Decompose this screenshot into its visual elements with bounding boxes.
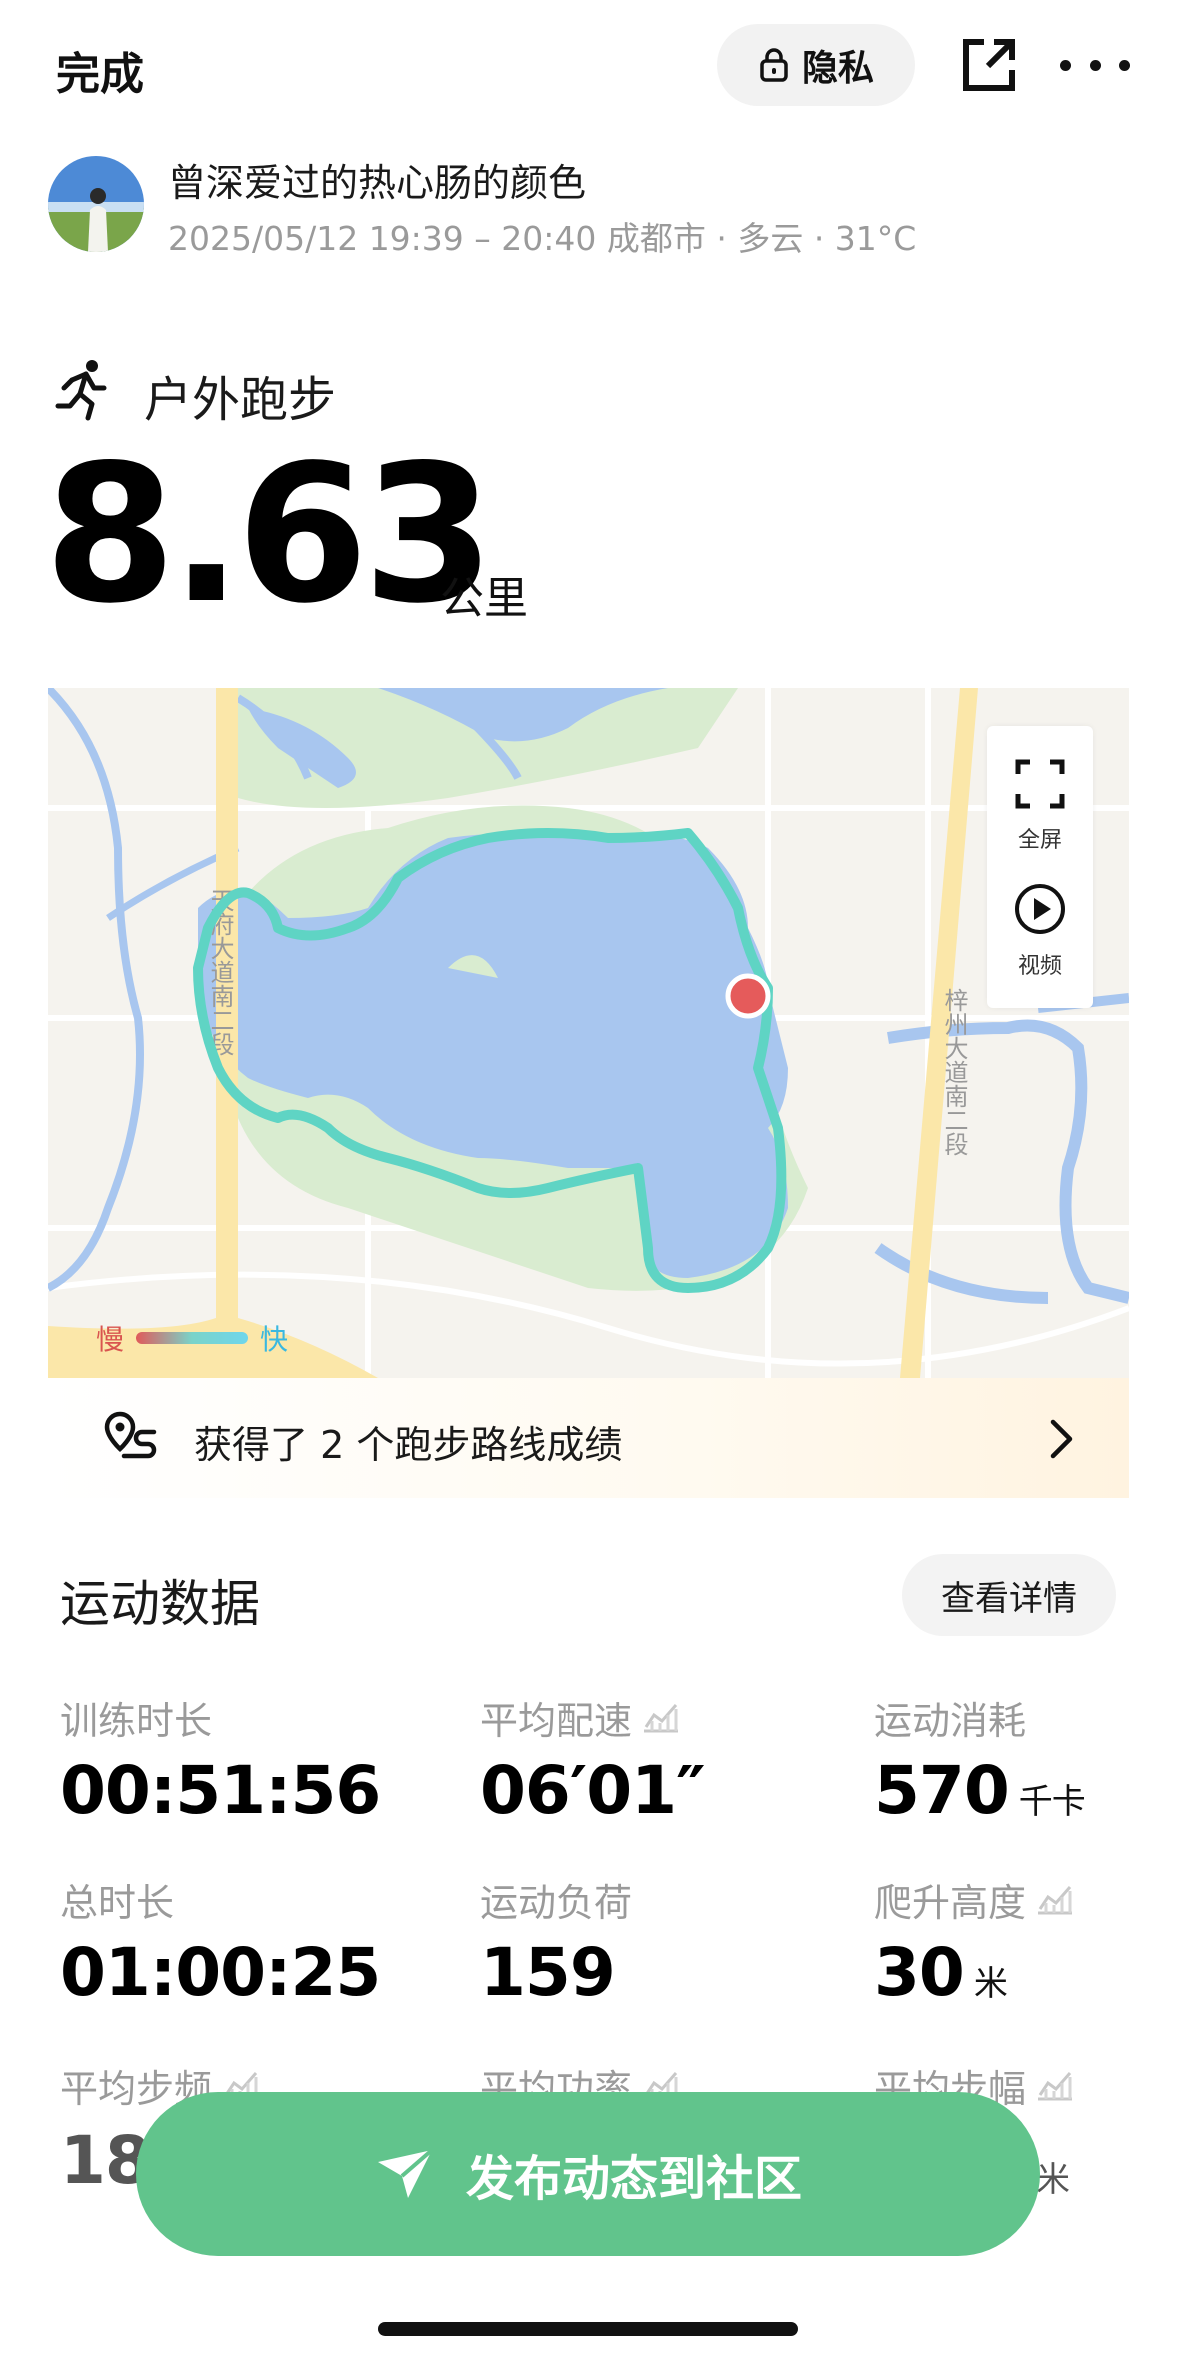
stat-value: 06′01″ [480,1758,706,1824]
stat-unit: 米 [973,1964,1008,2004]
stat-label-text: 运动消耗 [874,1699,1027,1743]
done-button[interactable]: 完成 [56,38,144,102]
map-controls: 全屏 视频 [987,726,1093,1008]
trend-chart-icon[interactable] [1036,1885,1074,1915]
road-label-right: 梓州大道南二段 [940,988,968,1156]
route-map[interactable]: 天府大道南二段 梓州大道南二段 全屏 视频 慢 快 [48,688,1129,1378]
fullscreen-button[interactable] [987,758,1093,810]
route-pin-icon [104,1411,157,1459]
start-marker [725,973,771,1019]
video-label: 视频 [1017,954,1062,979]
pace-legend: 慢 快 [96,1318,288,1358]
legend-gradient [136,1332,249,1344]
distance-unit: 公里 [440,573,528,624]
view-details-label: 查看详情 [941,1578,1077,1619]
view-details-button[interactable]: 查看详情 [902,1554,1116,1636]
username: 曾深爱过的热心肠的颜色 [168,161,587,205]
section-title: 运动数据 [60,1575,260,1633]
trend-chart-icon[interactable] [1036,2071,1074,2101]
stat-label-text: 训练时长 [60,1699,213,1743]
publish-label: 发布动态到社区 [465,2151,802,2207]
stat-value: 01:00:25 [60,1940,381,2006]
distance-value: 8.63 [44,424,495,645]
video-button[interactable] [987,882,1093,936]
stat-label: 总时长 [60,1872,174,1927]
legend-fast: 快 [260,1323,289,1356]
stat-value: 570 千卡 [874,1758,1086,1824]
stat-value-text: 30 [874,1934,965,2011]
send-icon [377,2148,434,2198]
fullscreen-icon [1015,759,1065,809]
route-achievement-row[interactable]: 获得了 2 个跑步路线成绩 [48,1378,1129,1498]
stat-label-text: 爬升高度 [874,1881,1027,1925]
stat-unit: 千卡 [1018,1782,1086,1822]
running-icon [55,360,107,421]
stat-value: 30 米 [874,1940,1008,2006]
stat-label-text: 总时长 [60,1881,175,1925]
trend-chart-icon[interactable] [642,1703,680,1733]
stat-value-text: 00:51:56 [60,1752,381,1829]
stat-value-text: 570 [874,1752,1010,1829]
publish-to-community-button[interactable]: 发布动态到社区 [136,2092,1040,2256]
fullscreen-label: 全屏 [1017,828,1062,853]
stat-label: 运动消耗 [874,1690,1026,1745]
privacy-button[interactable]: 隐私 [717,24,915,106]
more-dot [1060,59,1071,71]
activity-type: 户外跑步 [144,372,337,428]
stat-value: 159 [480,1940,616,2006]
stat-unit: 米 [1036,2160,1070,2200]
stat-value-text: 01:00:25 [60,1934,381,2011]
stat-label-text: 平均配速 [480,1699,633,1743]
avatar-image [48,156,144,252]
play-icon [1015,884,1065,934]
chevron-right-icon [1050,1419,1073,1459]
stat-label: 爬升高度 [874,1872,1074,1927]
map-canvas: 天府大道南二段 梓州大道南二段 [48,688,1129,1378]
activity-meta: 2025/05/12 19:39 – 20:40 成都市 · 多云 · 31°C [168,219,917,258]
avatar[interactable] [48,156,144,252]
more-icon[interactable] [1060,40,1130,90]
more-dot [1089,59,1101,71]
legend-slow: 慢 [96,1323,125,1356]
home-indicator[interactable] [378,2322,798,2336]
privacy-label: 隐私 [801,48,874,89]
achievement-text: 获得了 2 个跑步路线成绩 [194,1423,623,1467]
stat-value: 00:51:56 [60,1758,381,1824]
stat-label-text: 运动负荷 [480,1881,633,1925]
stat-label: 平均配速 [480,1690,680,1745]
stat-label: 运动负荷 [480,1872,632,1927]
share-icon[interactable] [958,34,1020,96]
lock-icon [760,48,788,82]
more-dot [1119,59,1130,71]
stat-value-text: 159 [480,1934,616,2011]
stat-value-text: 06′01″ [480,1752,706,1829]
stat-label: 训练时长 [60,1690,212,1745]
